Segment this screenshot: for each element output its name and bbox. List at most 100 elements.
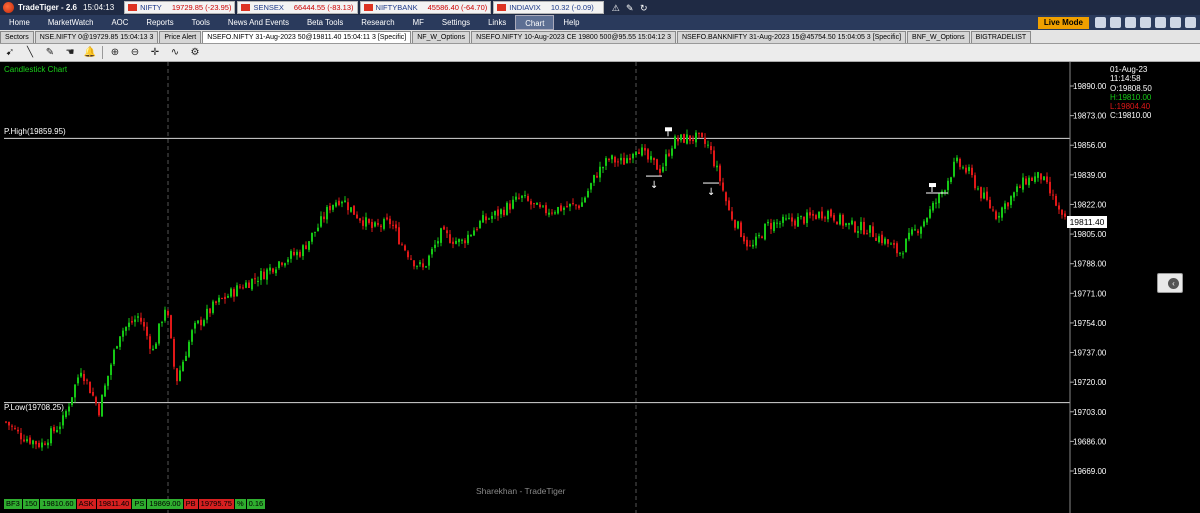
y-tick-label: 19856.00 <box>1073 141 1107 150</box>
tab-bnf-w-options[interactable]: BNF_W_Options <box>907 31 970 43</box>
tab-sectors[interactable]: Sectors <box>0 31 34 43</box>
side-panel-toggle[interactable]: ‹ <box>1157 273 1183 293</box>
candle-body <box>131 321 133 323</box>
candle-body <box>959 158 961 167</box>
candle-body <box>449 234 451 243</box>
menu-item-mf[interactable]: MF <box>404 15 433 30</box>
candle-body <box>242 287 244 289</box>
candlestick-chart[interactable]: 19890.00 19873.00 19856.00 19839.00 19822.00… <box>0 62 1200 513</box>
candle-body <box>302 245 304 257</box>
candle-body <box>962 167 964 169</box>
tab-bigtradelist[interactable]: BIGTRADELIST <box>970 31 1032 43</box>
candle-body <box>89 381 91 394</box>
layout-icon[interactable] <box>1140 17 1151 28</box>
menu-item-settings[interactable]: Settings <box>433 15 479 30</box>
candle-body <box>461 239 463 241</box>
candle-body <box>551 212 553 214</box>
candle-body <box>305 245 307 250</box>
minimize-icon[interactable] <box>1155 17 1166 28</box>
window-icon[interactable] <box>1125 17 1136 28</box>
menu-item-marketwatch[interactable]: MarketWatch <box>39 15 103 30</box>
candle-body <box>869 225 871 233</box>
candle-body <box>173 339 175 367</box>
hand-icon[interactable]: ☚ <box>63 46 77 60</box>
candle-body <box>968 167 970 172</box>
candle-body <box>92 392 94 396</box>
zoom-out-icon[interactable]: ⊖ <box>128 46 142 60</box>
crosshair-icon[interactable]: ✛ <box>148 46 162 60</box>
menu-item-news[interactable]: News And Events <box>219 15 298 30</box>
quote-cell: 19795.75 <box>198 499 234 509</box>
menu-item-tools[interactable]: Tools <box>183 15 219 30</box>
refresh-icon[interactable]: ↻ <box>638 2 650 14</box>
chat-icon[interactable] <box>1110 17 1121 28</box>
menu-item-aoc[interactable]: AOC <box>102 15 137 30</box>
candle-body <box>653 157 655 161</box>
candle-body <box>80 372 82 377</box>
candle-body <box>368 218 370 223</box>
menu-item-links[interactable]: Links <box>479 15 515 30</box>
warning-icon[interactable]: ⚠ <box>610 2 622 14</box>
india-flag-icon <box>497 4 507 11</box>
candle-body <box>521 195 523 198</box>
ticker-value: 19729.85 (-23.95) <box>171 3 232 12</box>
candle-body <box>908 232 910 240</box>
menu-item-home[interactable]: Home <box>0 15 39 30</box>
candle-body <box>278 261 280 268</box>
candle-body <box>914 229 916 231</box>
candle-body <box>1037 172 1039 178</box>
candle-body <box>479 221 481 229</box>
menu-item-beta-tools[interactable]: Beta Tools <box>298 15 352 30</box>
candle-body <box>374 222 376 227</box>
candle-body <box>11 425 13 427</box>
candle-body <box>674 136 676 149</box>
candle-body <box>20 432 22 440</box>
candle-body <box>407 251 409 258</box>
zoom-in-icon[interactable]: ⊕ <box>108 46 122 60</box>
candle-body <box>956 157 958 162</box>
ticker-indiavix[interactable]: INDIAVIX 10.32 (-0.09) <box>493 1 604 14</box>
candle-body <box>350 207 352 212</box>
ticker-niftybank[interactable]: NIFTYBANK 45586.40 (-64.70) <box>359 1 492 14</box>
candle-body <box>494 210 496 216</box>
candle-body <box>602 166 604 169</box>
settings-icon[interactable]: ⚙ <box>188 46 202 60</box>
ticker-sensex[interactable]: SENSEX 66444.55 (-83.13) <box>237 1 358 14</box>
tab-nse-nifty[interactable]: NSE.NIFTY 0@19729.85 15:04:13 3 <box>34 31 159 43</box>
candle-body <box>986 191 988 200</box>
live-mode-badge[interactable]: Live Mode <box>1037 16 1089 29</box>
line-icon[interactable]: ╲ <box>23 46 37 60</box>
chart-canvas[interactable]: 19890.00 19873.00 19856.00 19839.00 19822.00… <box>0 62 1200 513</box>
tab-nsefo-nifty-ce[interactable]: NSEFO.NIFTY 10-Aug-2023 CE 19800 500@95.… <box>471 31 676 43</box>
candle-body <box>437 241 439 244</box>
tab-price-alert[interactable]: Price Alert <box>159 31 202 43</box>
tab-nf-w-options[interactable]: NF_W_Options <box>412 31 471 43</box>
tab-nsefo-banknifty[interactable]: NSEFO.BANKNIFTY 31-Aug-2023 15@45754.50 … <box>677 31 907 43</box>
candle-body <box>41 442 43 448</box>
camera-icon[interactable] <box>1095 17 1106 28</box>
candle-body <box>347 202 349 211</box>
candle-body <box>758 235 760 237</box>
candle-body <box>536 202 538 205</box>
close-icon[interactable] <box>1185 17 1196 28</box>
candle-body <box>428 255 430 266</box>
ticker-nifty[interactable]: NIFTY 19729.85 (-23.95) <box>124 1 236 14</box>
pencil-icon[interactable]: ✎ <box>43 46 57 60</box>
pin-icon[interactable]: ✎ <box>624 2 636 14</box>
candle-body <box>818 211 820 218</box>
menu-item-research[interactable]: Research <box>352 15 403 30</box>
restore-icon[interactable] <box>1170 17 1181 28</box>
menu-item-reports[interactable]: Reports <box>137 15 182 30</box>
tab-nsefo-nifty-fut[interactable]: NSEFO.NIFTY 31-Aug-2023 50@19811.40 15:0… <box>202 31 412 43</box>
menu-item-help[interactable]: Help <box>554 15 588 30</box>
candle-body <box>62 415 64 426</box>
candle-body <box>296 251 298 256</box>
candle-body <box>683 134 685 143</box>
candle-body <box>143 322 145 327</box>
bell-icon[interactable]: 🔔 <box>83 46 97 60</box>
y-tick-label: 19720.00 <box>1073 378 1107 387</box>
cursor-icon[interactable]: ➹ <box>3 46 17 60</box>
candle-body <box>119 336 121 347</box>
menu-item-chart[interactable]: Chart <box>515 15 555 30</box>
indicator-icon[interactable]: ∿ <box>168 46 182 60</box>
